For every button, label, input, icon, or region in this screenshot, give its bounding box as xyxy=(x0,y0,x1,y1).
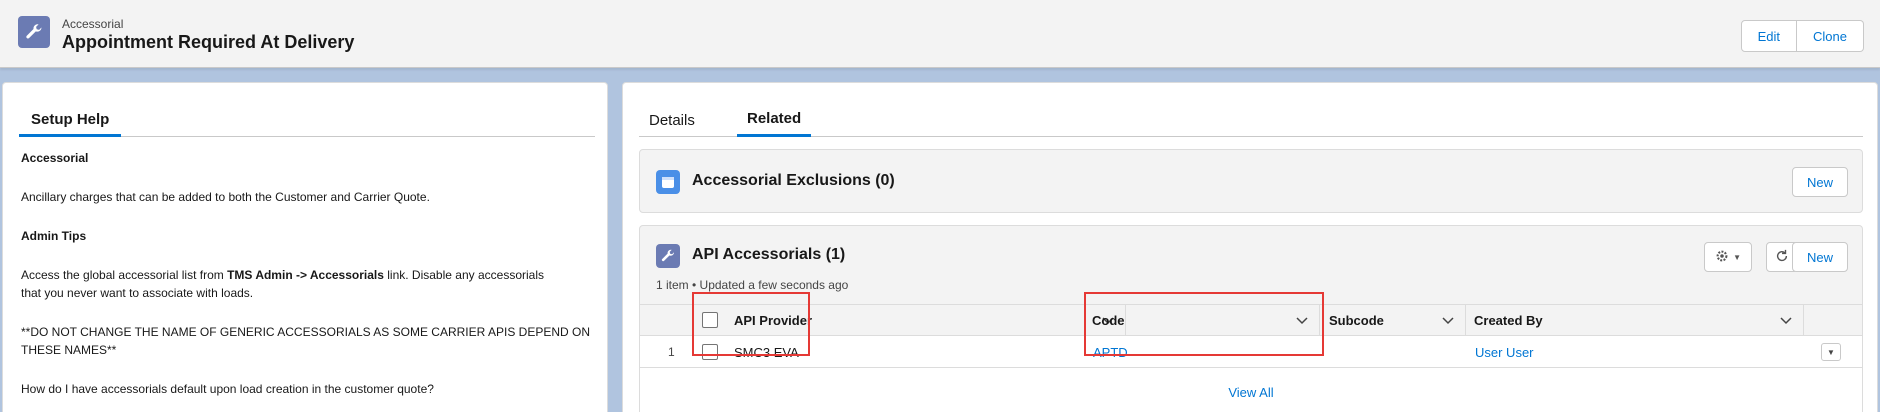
record-tabs: Details Related xyxy=(639,103,1863,137)
view-all-link[interactable]: View All xyxy=(640,376,1862,408)
refresh-icon xyxy=(1775,249,1789,266)
cell-created-by-link[interactable]: User User xyxy=(1475,336,1534,368)
setup-help-tabbar: Setup Help xyxy=(19,105,595,137)
calendar-icon xyxy=(656,170,680,194)
record-header: Accessorial Appointment Required At Deli… xyxy=(0,0,1880,68)
column-label: Subcode xyxy=(1329,312,1384,328)
card-title: API Accessorials (1) xyxy=(692,246,846,263)
help-question: How do I have accessorials default upon … xyxy=(21,382,434,396)
help-heading-accessorial: Accessorial xyxy=(21,151,89,165)
chevron-down-icon[interactable] xyxy=(1779,313,1793,330)
column-header-subcode[interactable]: Subcode xyxy=(1321,305,1466,335)
wrench-icon xyxy=(656,244,680,268)
caret-down-icon[interactable]: ▼ xyxy=(1821,343,1841,361)
help-heading-admin-tips: Admin Tips xyxy=(21,229,87,243)
highlight-box-code xyxy=(1084,292,1324,356)
accessorial-exclusions-card: Accessorial Exclusions (0) New xyxy=(639,149,1863,213)
help-text-segment: link. Disable any accessorials xyxy=(383,268,544,282)
api-accessorials-table: API Provider Code Subcode Created By 1 S… xyxy=(640,292,1862,412)
row-number-header xyxy=(640,305,694,335)
row-number: 1 xyxy=(668,345,675,359)
object-type-label: Accessorial xyxy=(62,17,124,31)
help-warning: THESE NAMES** xyxy=(21,343,117,357)
highlight-box-api-provider xyxy=(692,292,810,356)
gear-icon xyxy=(1715,249,1729,266)
new-api-accessorial-button[interactable]: New xyxy=(1791,242,1848,272)
help-text-bold: TMS Admin -> Accessorials xyxy=(227,268,384,282)
help-paragraph: Ancillary charges that can be added to b… xyxy=(21,190,430,204)
tab-details[interactable]: Details xyxy=(639,103,705,137)
page-title: Appointment Required At Delivery xyxy=(62,32,355,52)
chevron-down-icon[interactable] xyxy=(1441,313,1455,330)
tab-setup-help[interactable]: Setup Help xyxy=(19,105,122,137)
api-accessorials-card: API Accessorials (1) 1 item • Updated a … xyxy=(639,225,1863,412)
list-settings-button[interactable]: ▼ xyxy=(1704,242,1752,272)
tab-related[interactable]: Related xyxy=(737,103,812,137)
list-meta: 1 item • Updated a few seconds ago xyxy=(656,278,849,292)
caret-down-icon: ▼ xyxy=(1733,252,1741,262)
column-header-created-by[interactable]: Created By xyxy=(1466,305,1804,335)
header-actions: Edit Clone xyxy=(1740,20,1864,52)
setup-help-panel: Setup Help Accessorial Ancillary charges… xyxy=(2,82,608,412)
new-exclusion-button[interactable]: New xyxy=(1791,167,1848,197)
clone-button[interactable]: Clone xyxy=(1797,20,1864,52)
help-warning: **DO NOT CHANGE THE NAME OF GENERIC ACCE… xyxy=(21,325,591,339)
related-panel: Details Related Accessorial Exclusions (… xyxy=(622,82,1878,412)
help-paragraph: Access the global accessorial list from … xyxy=(21,266,544,284)
edit-button[interactable]: Edit xyxy=(1740,20,1798,52)
wrench-icon xyxy=(18,16,50,48)
row-actions-menu[interactable]: ▼ xyxy=(1821,336,1841,368)
help-text-segment: Access the global accessorial list from xyxy=(21,268,228,282)
column-label: Created By xyxy=(1474,312,1543,328)
help-paragraph: that you never want to associate with lo… xyxy=(21,286,254,300)
card-title: Accessorial Exclusions (0) xyxy=(692,172,895,189)
